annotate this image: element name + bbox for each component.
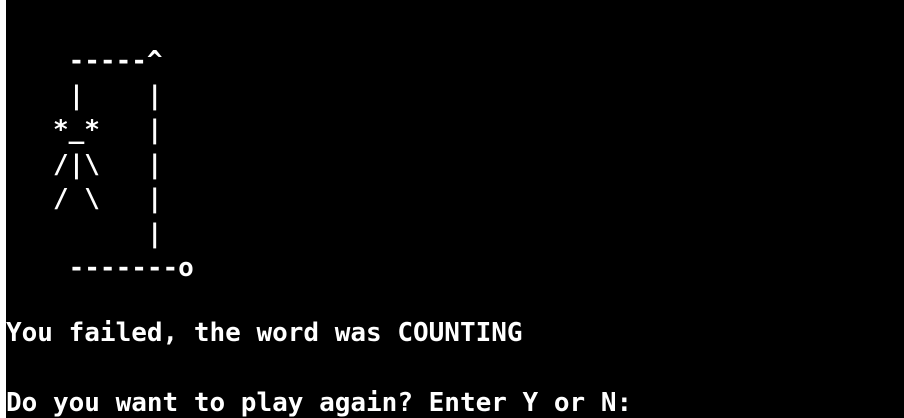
gallows-line-base: -------o (6, 253, 194, 283)
gallows-line-top: -----^ (6, 46, 163, 76)
gallows-line-post: | (6, 218, 163, 249)
play-again-prompt[interactable]: Do you want to play again? Enter Y or N: (6, 386, 646, 418)
gallows-line-legs: / \ | (6, 184, 163, 214)
game-over-message: You failed, the word was COUNTING (6, 318, 523, 348)
gallows-line-head: *_* | (6, 115, 163, 145)
gallows-line-rope: | | (6, 80, 163, 111)
terminal-window: -----^ | | *_* | /|\ | / \ | | -------o … (0, 0, 904, 418)
play-again-prompt-text: Do you want to play again? Enter Y or N: (6, 388, 633, 418)
hangman-drawing: -----^ | | *_* | /|\ | / \ | | -------o (6, 44, 194, 286)
input-cursor[interactable] (632, 389, 646, 415)
gallows-line-arms: /|\ | (6, 149, 163, 180)
